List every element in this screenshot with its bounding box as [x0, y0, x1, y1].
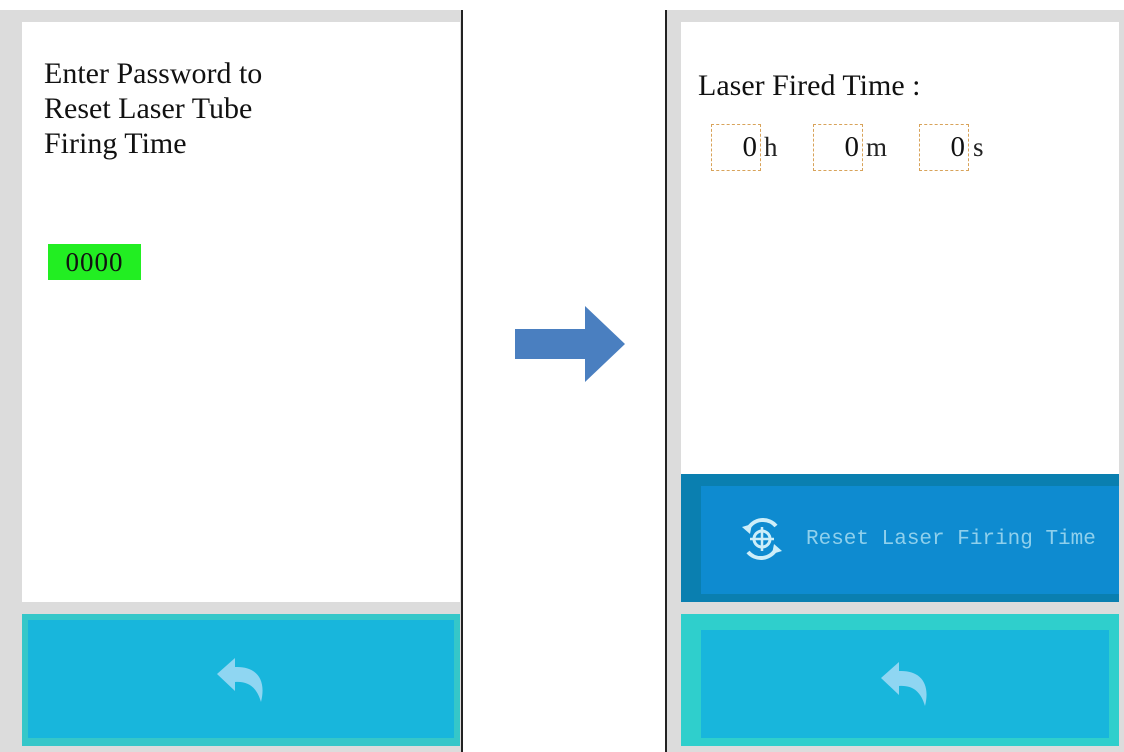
back-arrow-icon	[881, 662, 927, 706]
right-arrow-icon	[515, 306, 625, 382]
back-bar	[681, 614, 1119, 746]
seconds-unit: s	[973, 132, 984, 162]
fired-time-screen: Laser Fired Time : 0 h 0 m 0 s Reset Las…	[665, 10, 1124, 752]
password-screen-display: Enter Password to Reset Laser Tube Firin…	[22, 22, 460, 602]
fired-time-title: Laser Fired Time :	[698, 69, 921, 102]
minutes-field[interactable]: 0	[813, 124, 863, 171]
hours-unit: h	[764, 132, 778, 162]
seconds-field[interactable]: 0	[919, 124, 969, 171]
hours-field[interactable]: 0	[711, 124, 761, 171]
reset-label: Reset Laser Firing Time	[806, 528, 1096, 551]
reset-laser-firing-time-button[interactable]: Reset Laser Firing Time	[701, 486, 1119, 594]
back-arrow-icon	[217, 658, 263, 702]
reset-target-icon	[742, 518, 782, 560]
back-button[interactable]	[28, 620, 454, 738]
password-screen: Enter Password to Reset Laser Tube Firin…	[0, 10, 463, 752]
password-prompt: Enter Password to Reset Laser Tube Firin…	[44, 57, 263, 160]
reset-bar: Reset Laser Firing Time	[681, 474, 1119, 602]
fired-time-display: Laser Fired Time : 0 h 0 m 0 s	[681, 22, 1119, 474]
minutes-unit: m	[866, 132, 888, 162]
back-button[interactable]	[701, 630, 1109, 738]
password-input[interactable]: 0000	[48, 244, 141, 280]
back-bar	[22, 614, 460, 746]
